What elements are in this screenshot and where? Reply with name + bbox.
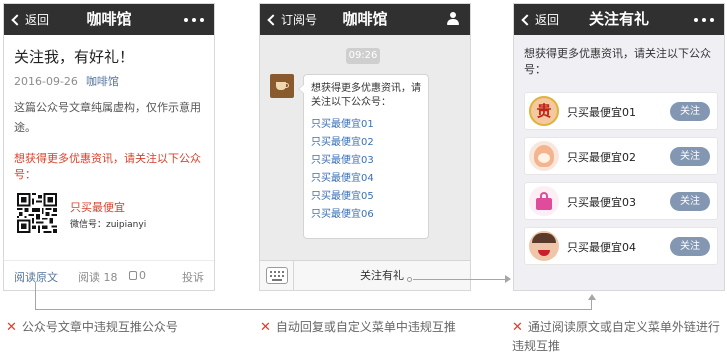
message-link[interactable]: 只买最便宜02	[311, 134, 421, 152]
account-name: 只买最便宜04	[567, 241, 636, 254]
account-avatar	[529, 141, 559, 171]
thumb-up-icon	[129, 271, 137, 280]
connector-line	[413, 279, 506, 280]
message-link[interactable]: 只买最便宜04	[311, 170, 421, 188]
follow-button[interactable]: 关注	[670, 147, 710, 166]
back-button[interactable]: 订阅号	[266, 4, 317, 35]
message-link[interactable]: 只买最便宜06	[311, 206, 421, 224]
account-row: 只买最便宜02 关注	[524, 137, 718, 175]
connector-line	[35, 282, 36, 310]
account-row: 贵 只买最便宜01 关注	[524, 92, 718, 130]
arrow-up-icon	[588, 294, 596, 300]
arrow-right-icon	[505, 275, 511, 283]
back-label: 返回	[535, 13, 560, 27]
account-avatar	[529, 231, 559, 261]
bottom-menu-bar: 关注有礼	[260, 260, 470, 290]
coffee-avatar	[270, 74, 294, 98]
chat-bubble: 想获得更多优惠资讯，请关注以下公众号： 只买最便宜01 只买最便宜02 只买最便…	[298, 74, 429, 239]
like-count: 0	[139, 269, 146, 282]
report-link[interactable]: 投诉	[182, 269, 204, 285]
more-dots-icon[interactable]	[184, 18, 204, 22]
qr-code-icon	[17, 193, 57, 233]
caption: ✕ 通过阅读原文或自定义菜单外链进行违规互推	[512, 318, 727, 355]
account-row: 只买最便宜04 关注	[524, 227, 718, 265]
chevron-left-icon	[521, 13, 533, 26]
article-promo-text: 想获得更多优惠资讯，请关注以下公众号：	[14, 152, 201, 181]
caption-text: 自动回复或自定义菜单中违规互推	[275, 320, 456, 334]
like-button[interactable]: 0	[129, 269, 146, 282]
article-title: 关注我，有好礼！	[14, 48, 135, 66]
follow-intro-text: 想获得更多优惠资讯，请关注以下公众号：	[524, 47, 711, 76]
article-date: 2016-09-26	[14, 75, 78, 88]
read-count: 阅读 18	[78, 271, 118, 284]
caption: ✕ 公众号文章中违规互推公众号	[6, 318, 226, 337]
message-timestamp: 09:26	[346, 48, 380, 64]
more-dots-icon[interactable]	[694, 18, 714, 22]
back-label: 返回	[25, 13, 50, 27]
account-avatar	[529, 186, 559, 216]
keyboard-icon[interactable]	[266, 267, 288, 284]
caption: ✕ 自动回复或自定义菜单中违规互推	[260, 318, 480, 337]
phone-chat: 订阅号 咖啡馆 09:26 想获得更多优惠资讯，请关注以下公众号： 只买最便宜0…	[259, 3, 471, 291]
follow-button[interactable]: 关注	[670, 102, 710, 121]
qr-account-id: 微信号：zuipianyi	[70, 220, 147, 230]
article-meta: 2016-09-26 咖啡馆	[14, 73, 119, 89]
follow-button[interactable]: 关注	[670, 192, 710, 211]
phone-follow-page: 返回 关注有礼 想获得更多优惠资讯，请关注以下公众号： 贵 只买最便宜01 关注…	[513, 3, 725, 291]
nav-bar: 返回 关注有礼	[514, 4, 724, 35]
follow-button[interactable]: 关注	[670, 237, 710, 256]
read-original-link[interactable]: 阅读原文	[14, 269, 58, 285]
account-name: 只买最便宜01	[567, 106, 636, 119]
back-button[interactable]: 返回	[10, 4, 49, 35]
cross-icon: ✕	[260, 320, 271, 335]
account-name: 只买最便宜02	[567, 151, 636, 164]
phone-article: 返回 咖啡馆 关注我，有好礼！ 2016-09-26 咖啡馆 这篇公众号文章纯属虚…	[3, 3, 215, 291]
custom-menu-item[interactable]: 关注有礼	[294, 261, 470, 290]
message-link[interactable]: 只买最便宜01	[311, 116, 421, 134]
message-link-list: 只买最便宜01 只买最便宜02 只买最便宜03 只买最便宜04 只买最便宜05 …	[311, 116, 421, 224]
caption-text: 通过阅读原文或自定义菜单外链进行违规互推	[512, 320, 720, 353]
back-button[interactable]: 返回	[520, 4, 559, 35]
article-body: 这篇公众号文章纯属虚构，仅作示意用途。	[14, 101, 201, 134]
cross-icon: ✕	[6, 320, 17, 335]
chevron-left-icon	[267, 13, 279, 26]
back-label: 订阅号	[281, 13, 318, 27]
qr-account-name: 只买最便宜	[70, 201, 125, 214]
caption-text: 公众号文章中违规互推公众号	[21, 320, 178, 334]
nav-bar: 订阅号 咖啡馆	[260, 4, 470, 35]
message-link[interactable]: 只买最便宜03	[311, 152, 421, 170]
nav-bar: 返回 咖啡馆	[4, 4, 214, 35]
message-link[interactable]: 只买最便宜05	[311, 188, 421, 206]
connector-line	[591, 299, 592, 310]
article-account-link[interactable]: 咖啡馆	[86, 75, 119, 88]
chevron-left-icon	[11, 13, 23, 26]
person-icon[interactable]	[447, 12, 459, 26]
message-text: 想获得更多优惠资讯，请关注以下公众号：	[311, 83, 421, 108]
connector-dot	[407, 277, 412, 282]
account-avatar: 贵	[529, 96, 559, 126]
account-row: 只买最便宜03 关注	[524, 182, 718, 220]
account-name: 只买最便宜03	[567, 196, 636, 209]
cross-icon: ✕	[512, 320, 523, 335]
connector-line	[35, 309, 592, 310]
avatar-character: 贵	[536, 102, 552, 120]
